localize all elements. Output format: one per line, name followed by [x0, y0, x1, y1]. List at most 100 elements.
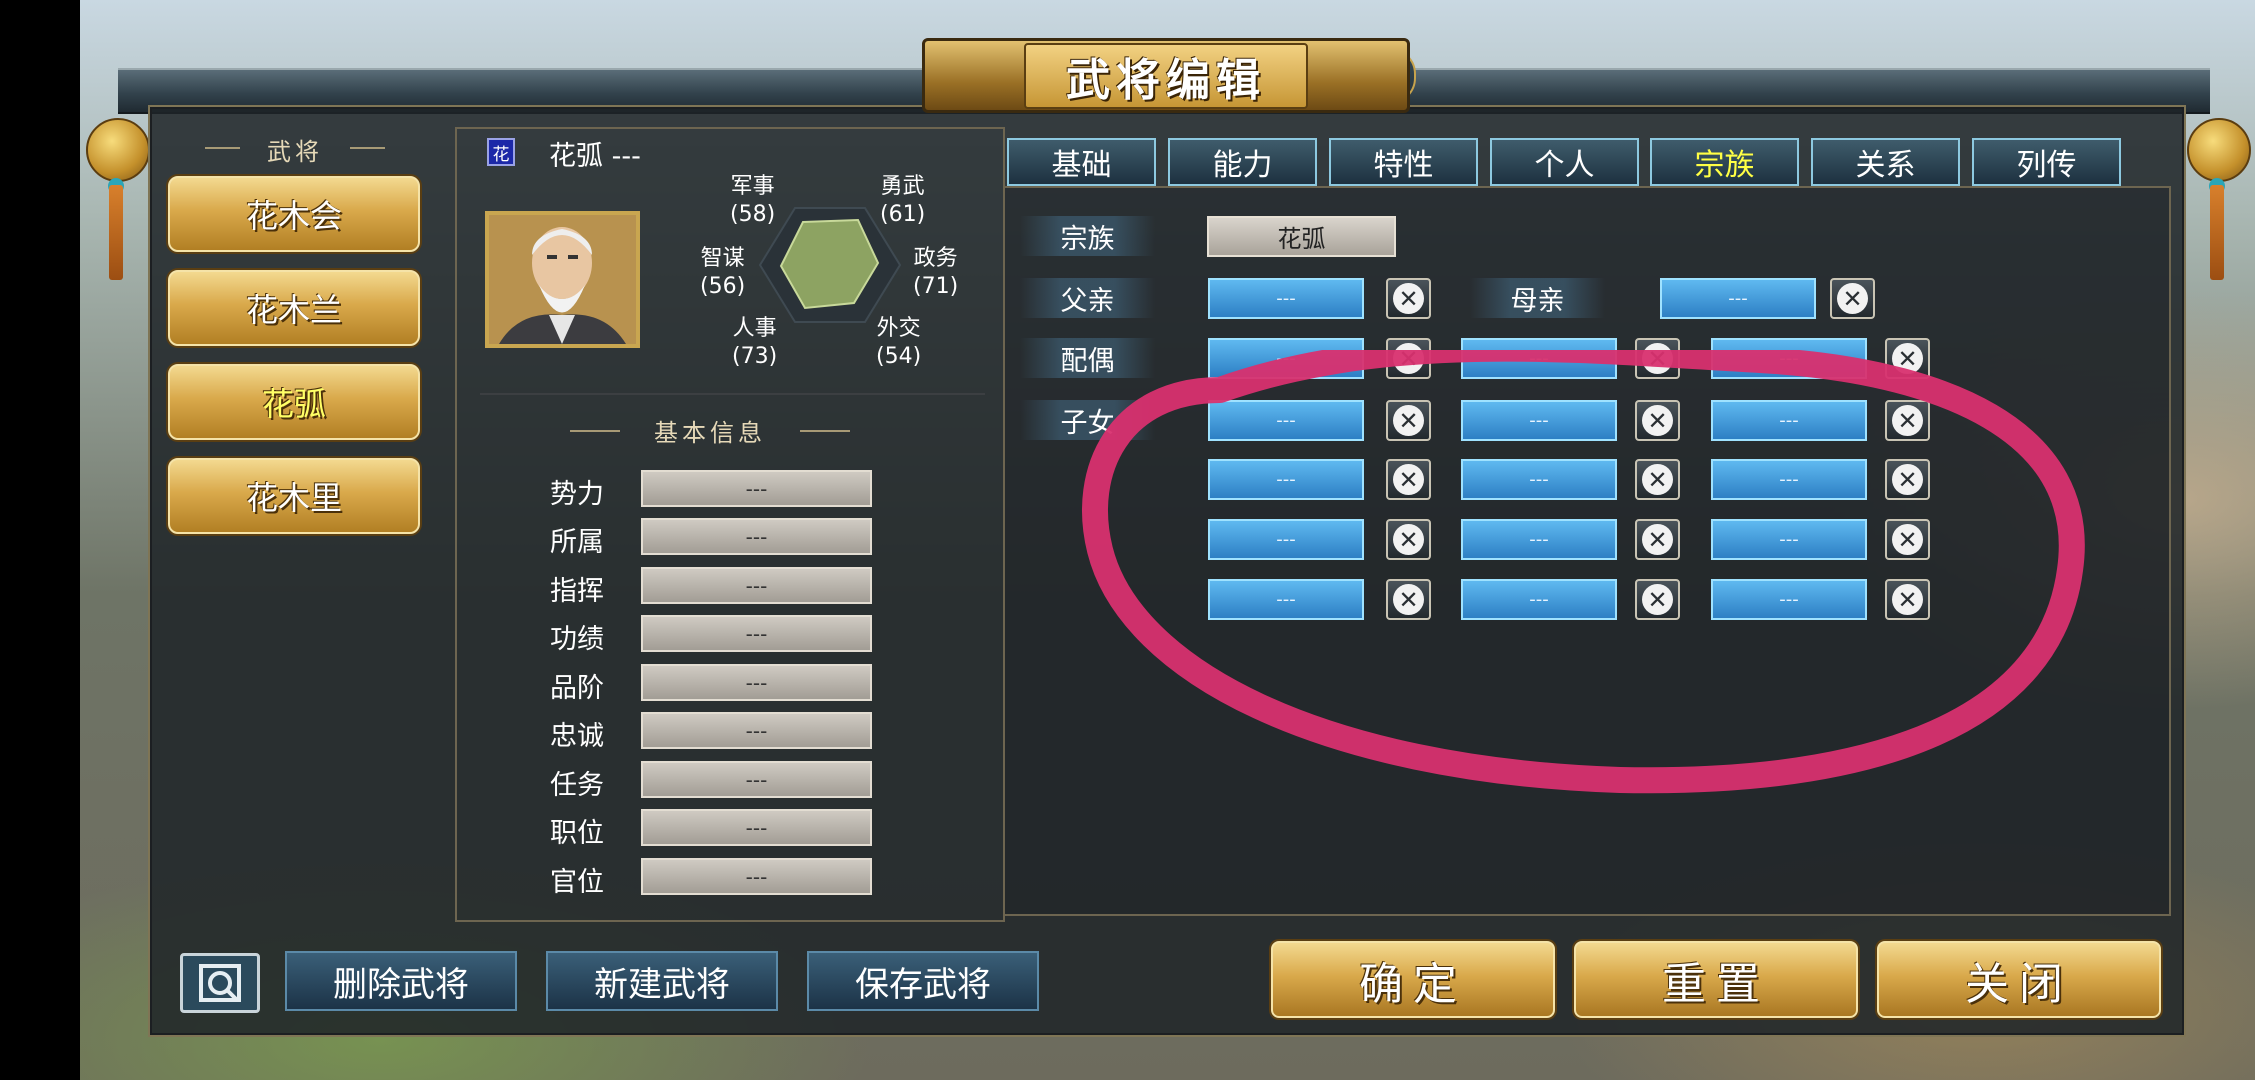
save-general-button[interactable]: 保存武将: [807, 951, 1039, 1011]
general-item-huamulan[interactable]: 花木兰: [168, 270, 420, 346]
remove-spouse-3-button[interactable]: ✕: [1885, 338, 1930, 379]
info-field-merit[interactable]: ---: [641, 615, 872, 652]
reset-button[interactable]: 重置: [1574, 941, 1858, 1018]
info-field-loyalty[interactable]: ---: [641, 712, 872, 749]
spouse-label: 配偶: [1020, 338, 1155, 378]
stat-military-label: 军事: [730, 174, 775, 199]
remove-child-5-button[interactable]: ✕: [1635, 459, 1680, 500]
info-label-office: 官位: [550, 867, 604, 898]
remove-child-1-button[interactable]: ✕: [1386, 400, 1431, 441]
stat-valor-label: 勇武: [880, 174, 925, 199]
remove-child-8-button[interactable]: ✕: [1635, 519, 1680, 560]
basic-info-line-right: [800, 430, 850, 432]
delete-general-button[interactable]: 删除武将: [285, 951, 517, 1011]
remove-father-button[interactable]: ✕: [1386, 278, 1431, 319]
generals-header: 武将: [200, 132, 390, 167]
remove-child-12-button[interactable]: ✕: [1885, 579, 1930, 620]
close-icon: ✕: [1393, 584, 1424, 615]
remove-spouse-1-button[interactable]: ✕: [1386, 338, 1431, 379]
confirm-button[interactable]: 确定: [1271, 941, 1555, 1018]
info-field-task[interactable]: ---: [641, 761, 872, 798]
tab-biography[interactable]: 列传: [1972, 138, 2121, 186]
close-icon: ✕: [1892, 464, 1923, 495]
close-icon: ✕: [1642, 524, 1673, 555]
remove-child-3-button[interactable]: ✕: [1885, 400, 1930, 441]
info-field-affiliation[interactable]: ---: [641, 518, 872, 555]
tab-basic[interactable]: 基础: [1007, 138, 1156, 186]
remove-child-11-button[interactable]: ✕: [1635, 579, 1680, 620]
general-portrait[interactable]: [485, 211, 640, 348]
child-slot-4[interactable]: ---: [1208, 459, 1364, 500]
tab-traits[interactable]: 特性: [1329, 138, 1478, 186]
tab-personal[interactable]: 个人: [1490, 138, 1639, 186]
info-label-rank: 品阶: [550, 673, 604, 704]
general-name: 花弧 ---: [549, 141, 641, 172]
child-slot-1[interactable]: ---: [1208, 400, 1364, 441]
info-label-loyalty: 忠诚: [550, 721, 604, 752]
close-icon: ✕: [1393, 343, 1424, 374]
remove-mother-button[interactable]: ✕: [1830, 278, 1875, 319]
search-general-button[interactable]: [180, 953, 260, 1013]
general-item-huamuhui[interactable]: 花木会: [168, 176, 420, 252]
child-slot-7[interactable]: ---: [1208, 519, 1364, 560]
close-icon: ✕: [1393, 283, 1424, 314]
child-slot-12[interactable]: ---: [1711, 579, 1867, 620]
basic-info-line-left: [570, 430, 620, 432]
close-icon: ✕: [1837, 283, 1868, 314]
remove-child-2-button[interactable]: ✕: [1635, 400, 1680, 441]
info-field-rank[interactable]: ---: [641, 664, 872, 701]
close-button[interactable]: 关闭: [1877, 941, 2161, 1018]
profile-divider: [480, 393, 985, 395]
left-black-bar: [0, 0, 80, 1080]
spouse-slot-3[interactable]: ---: [1711, 338, 1867, 379]
surname-badge: 花: [487, 138, 515, 166]
remove-child-4-button[interactable]: ✕: [1386, 459, 1431, 500]
child-slot-10[interactable]: ---: [1208, 579, 1364, 620]
stat-diplomacy-value: (54): [876, 344, 922, 369]
close-icon: ✕: [1393, 524, 1424, 555]
child-slot-3[interactable]: ---: [1711, 400, 1867, 441]
new-general-button[interactable]: 新建武将: [546, 951, 778, 1011]
remove-spouse-2-button[interactable]: ✕: [1635, 338, 1680, 379]
info-field-office[interactable]: ---: [641, 858, 872, 895]
info-field-command[interactable]: ---: [641, 567, 872, 604]
child-slot-5[interactable]: ---: [1461, 459, 1617, 500]
remove-child-7-button[interactable]: ✕: [1386, 519, 1431, 560]
general-item-huamuli[interactable]: 花木里: [168, 458, 420, 534]
info-label-command: 指挥: [550, 576, 604, 607]
remove-child-10-button[interactable]: ✕: [1386, 579, 1431, 620]
father-label: 父亲: [1020, 278, 1155, 318]
close-icon: ✕: [1892, 405, 1923, 436]
father-slot[interactable]: ---: [1208, 278, 1364, 319]
tab-relations[interactable]: 关系: [1811, 138, 1960, 186]
info-label-affiliation: 所属: [550, 527, 604, 558]
stat-politics: 政务 (71): [913, 245, 958, 301]
child-slot-8[interactable]: ---: [1461, 519, 1617, 560]
info-field-faction[interactable]: ---: [641, 470, 872, 507]
child-slot-2[interactable]: ---: [1461, 400, 1617, 441]
info-label-merit: 功绩: [550, 624, 604, 655]
generals-header-line-left: [205, 147, 240, 149]
right-ornament-knob: [2187, 118, 2251, 182]
magnifier-icon: [199, 964, 241, 1002]
spouse-slot-2[interactable]: ---: [1461, 338, 1617, 379]
child-slot-11[interactable]: ---: [1461, 579, 1617, 620]
spouse-slot-1[interactable]: ---: [1208, 338, 1364, 379]
general-item-huahu[interactable]: 花弧: [168, 364, 420, 440]
close-icon: ✕: [1642, 464, 1673, 495]
window-title: 武将编辑: [1066, 54, 1266, 106]
child-slot-6[interactable]: ---: [1711, 459, 1867, 500]
elder-general-portrait-icon: [489, 215, 636, 344]
basic-info-header-label: 基本信息: [654, 419, 766, 447]
child-slot-9[interactable]: ---: [1711, 519, 1867, 560]
tab-clan[interactable]: 宗族: [1650, 138, 1799, 186]
title-plate-inner: 武将编辑: [1024, 42, 1308, 109]
title-plate: 武将编辑: [922, 38, 1410, 113]
info-field-position[interactable]: ---: [641, 809, 872, 846]
mother-slot[interactable]: ---: [1660, 278, 1816, 319]
clan-value-field[interactable]: 花弧: [1207, 216, 1396, 257]
remove-child-6-button[interactable]: ✕: [1885, 459, 1930, 500]
close-icon: ✕: [1892, 584, 1923, 615]
remove-child-9-button[interactable]: ✕: [1885, 519, 1930, 560]
tab-ability[interactable]: 能力: [1168, 138, 1317, 186]
